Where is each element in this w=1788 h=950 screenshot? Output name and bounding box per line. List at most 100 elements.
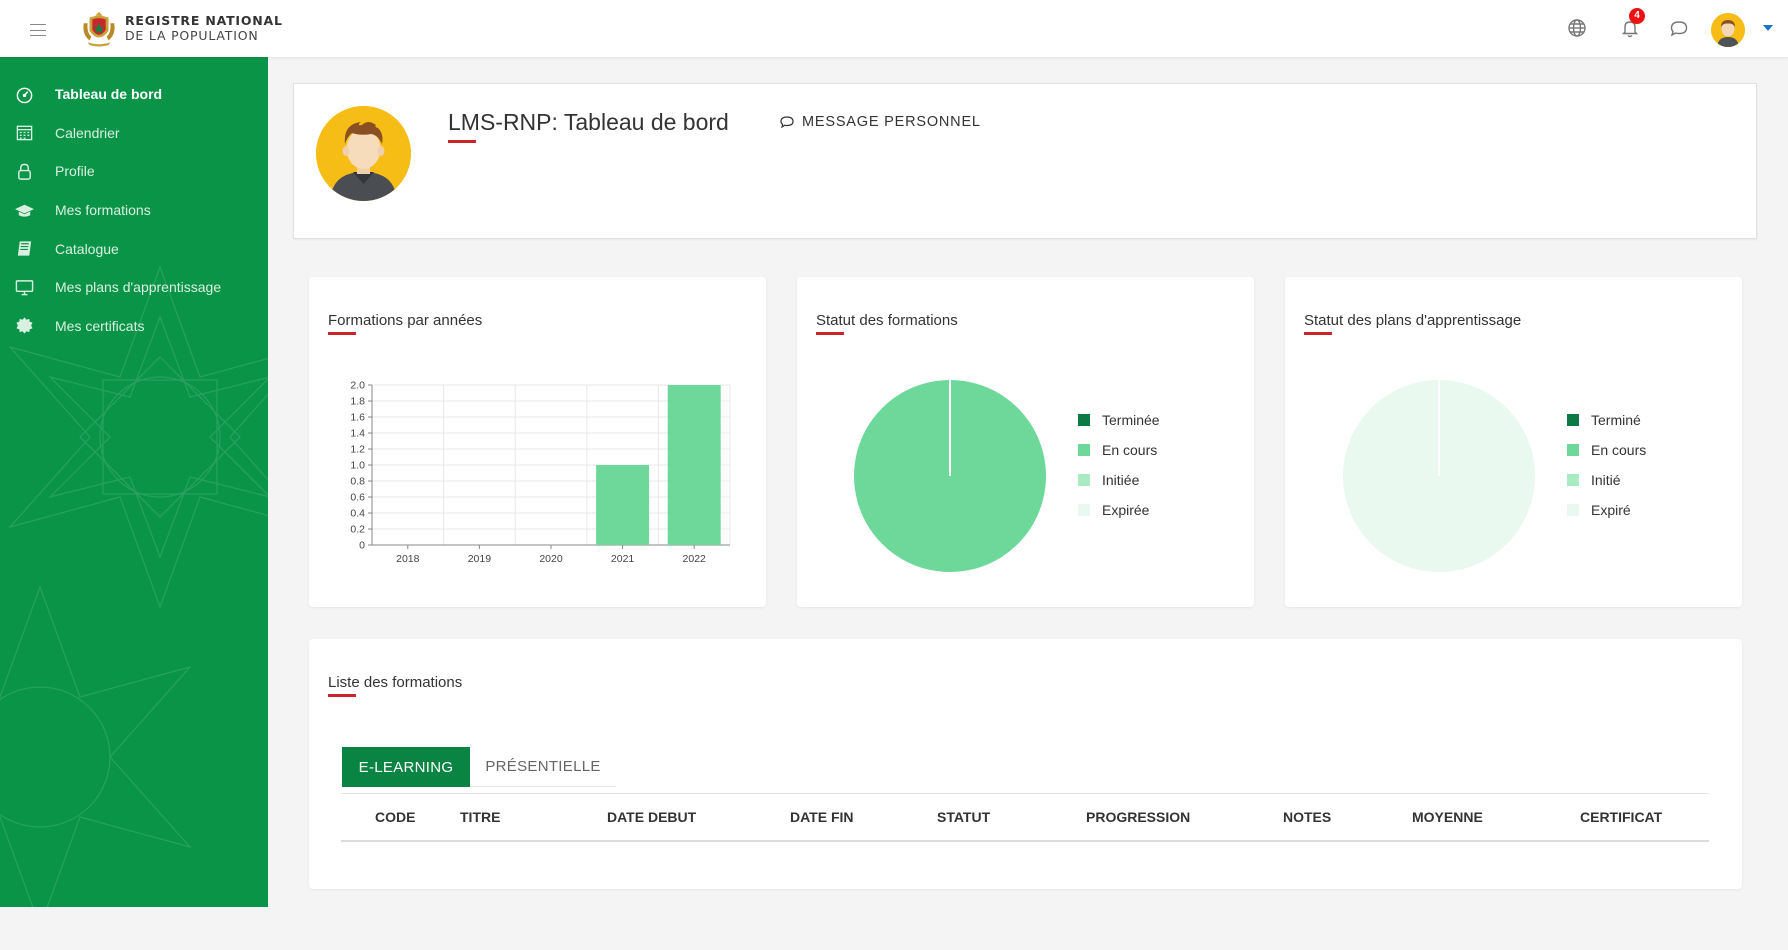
top-bar: REGISTRE NATIONAL DE LA POPULATION 4 <box>0 0 1788 57</box>
card-underline <box>1304 332 1332 335</box>
table-header-bottom-border <box>341 840 1709 842</box>
card-underline <box>816 332 844 335</box>
certificate-icon <box>14 316 34 336</box>
sidebar-item-profile[interactable]: Profile <box>0 152 268 191</box>
legend-label: Initié <box>1591 472 1621 488</box>
table-header-top-border <box>341 793 1709 794</box>
legend-label: Initiée <box>1102 472 1140 488</box>
legend-swatch <box>1567 474 1579 486</box>
profile-avatar <box>316 106 411 201</box>
user-avatar[interactable] <box>1711 13 1745 47</box>
y-tick-label: 1.6 <box>350 412 365 424</box>
sidebar-item-label: Mes formations <box>55 202 151 219</box>
statut-plans-title: Statut des plans d'apprentissage <box>1304 312 1522 329</box>
sidebar-item-calendrier[interactable]: Calendrier <box>0 114 268 153</box>
title-underline <box>448 140 476 143</box>
tab-presentielle[interactable]: PRÉSENTIELLE <box>470 747 616 787</box>
y-tick-label: 2.0 <box>350 380 365 392</box>
sidebar: Tableau de bord Calendrier Profile Mes f… <box>0 57 268 907</box>
graduation-cap-icon <box>14 200 34 220</box>
chevron-down-icon[interactable] <box>1763 25 1773 31</box>
column-header-date-fin[interactable]: DATE FIN <box>790 809 854 825</box>
y-tick-label: 1.0 <box>350 460 365 472</box>
column-header-date-debut[interactable]: DATE DEBUT <box>607 809 696 825</box>
brand-name: REGISTRE NATIONAL DE LA POPULATION <box>125 13 283 43</box>
sidebar-item-label: Tableau de bord <box>55 86 163 103</box>
chat-bubble-icon <box>780 116 794 129</box>
statut-formations-title: Statut des formations <box>816 312 958 329</box>
legend-item[interactable]: Expirée <box>1078 502 1149 518</box>
legend-label: Expirée <box>1102 502 1150 518</box>
sidebar-item-mes-formations[interactable]: Mes formations <box>0 191 268 230</box>
legend-item[interactable]: En cours <box>1078 442 1157 458</box>
legend-item[interactable]: Initiée <box>1078 472 1139 488</box>
personal-message-label: MESSAGE PERSONNEL <box>802 114 981 130</box>
hamburger-menu-icon[interactable] <box>30 24 46 36</box>
bar-2021 <box>596 465 650 545</box>
column-header-statut[interactable]: STATUT <box>937 809 990 825</box>
y-tick-label: 1.2 <box>350 444 365 456</box>
personal-message-button[interactable]: MESSAGE PERSONNEL <box>779 114 981 130</box>
legend-item[interactable]: Terminée <box>1078 412 1160 428</box>
legend-label: Terminée <box>1102 412 1160 428</box>
legend-swatch <box>1078 504 1090 516</box>
column-header-progression[interactable]: PROGRESSION <box>1086 809 1190 825</box>
column-header-moyenne[interactable]: MOYENNE <box>1412 809 1483 825</box>
legend-item[interactable]: Expiré <box>1567 502 1631 518</box>
book-icon <box>14 239 34 259</box>
column-header-notes[interactable]: NOTES <box>1283 809 1331 825</box>
liste-formations-title: Liste des formations <box>328 674 463 691</box>
statut-plans-pie-chart <box>1343 380 1535 572</box>
brand-line-1: REGISTRE NATIONAL <box>125 13 283 28</box>
legend-swatch <box>1567 444 1579 456</box>
legend-label: Terminé <box>1591 412 1641 428</box>
notification-badge: 4 <box>1629 8 1645 24</box>
sidebar-item-label: Mes certificats <box>55 317 145 334</box>
tab-e-learning[interactable]: E-LEARNING <box>342 747 470 787</box>
legend-swatch <box>1078 474 1090 486</box>
y-tick-label: 1.4 <box>350 428 365 440</box>
globe-icon[interactable] <box>1566 17 1588 39</box>
y-tick-label: 0 <box>359 540 365 552</box>
x-tick-label: 2021 <box>611 553 635 565</box>
legend-swatch <box>1078 414 1090 426</box>
chat-icon[interactable] <box>1668 17 1690 39</box>
bar-2022 <box>667 385 721 545</box>
y-tick-label: 0.6 <box>350 492 365 504</box>
sidebar-item-catalogue[interactable]: Catalogue <box>0 229 268 268</box>
sidebar-item-label: Mes plans d'apprentissage <box>55 279 222 296</box>
page-title: LMS-RNP: Tableau de bord <box>448 109 729 135</box>
profile-header-card <box>293 83 1757 239</box>
y-tick-label: 0.8 <box>350 476 365 488</box>
column-header-code[interactable]: CODE <box>375 809 415 825</box>
legend-swatch <box>1567 414 1579 426</box>
y-tick-label: 0.4 <box>350 508 365 520</box>
legend-item[interactable]: Initié <box>1567 472 1621 488</box>
x-tick-label: 2020 <box>539 553 563 565</box>
x-tick-label: 2022 <box>683 553 707 565</box>
card-underline <box>328 332 356 335</box>
brand-line-2: DE LA POPULATION <box>125 28 259 43</box>
y-tick-label: 1.8 <box>350 396 365 408</box>
monitor-icon <box>14 277 34 297</box>
sidebar-nav: Tableau de bord Calendrier Profile Mes f… <box>0 75 268 345</box>
legend-label: Expiré <box>1591 502 1631 518</box>
formations-bar-chart: 0 0.2 0.4 0.6 0.8 1.0 1.2 1.4 1.6 1.8 2.0 2018 2019 2… <box>350 380 731 565</box>
sidebar-item-label: Profile <box>55 163 95 180</box>
sidebar-item-mes-plans[interactable]: Mes plans d'apprentissage <box>0 268 268 307</box>
card-underline <box>328 694 356 697</box>
dashboard-icon <box>14 84 34 104</box>
sidebar-item-mes-certificats[interactable]: Mes certificats <box>0 307 268 346</box>
x-tick-label: 2018 <box>396 553 420 565</box>
user-icon <box>14 161 34 181</box>
column-header-certificat[interactable]: CERTIFICAT <box>1580 809 1662 825</box>
sidebar-item-label: Calendrier <box>55 124 120 141</box>
sidebar-item-tableau-de-bord[interactable]: Tableau de bord <box>0 75 268 114</box>
legend-item[interactable]: En cours <box>1567 442 1646 458</box>
statut-formations-pie-chart <box>854 380 1046 572</box>
legend-swatch <box>1567 504 1579 516</box>
legend-item[interactable]: Terminé <box>1567 412 1641 428</box>
column-header-titre[interactable]: TITRE <box>460 809 500 825</box>
legend-swatch <box>1078 444 1090 456</box>
y-tick-label: 0.2 <box>350 524 365 536</box>
